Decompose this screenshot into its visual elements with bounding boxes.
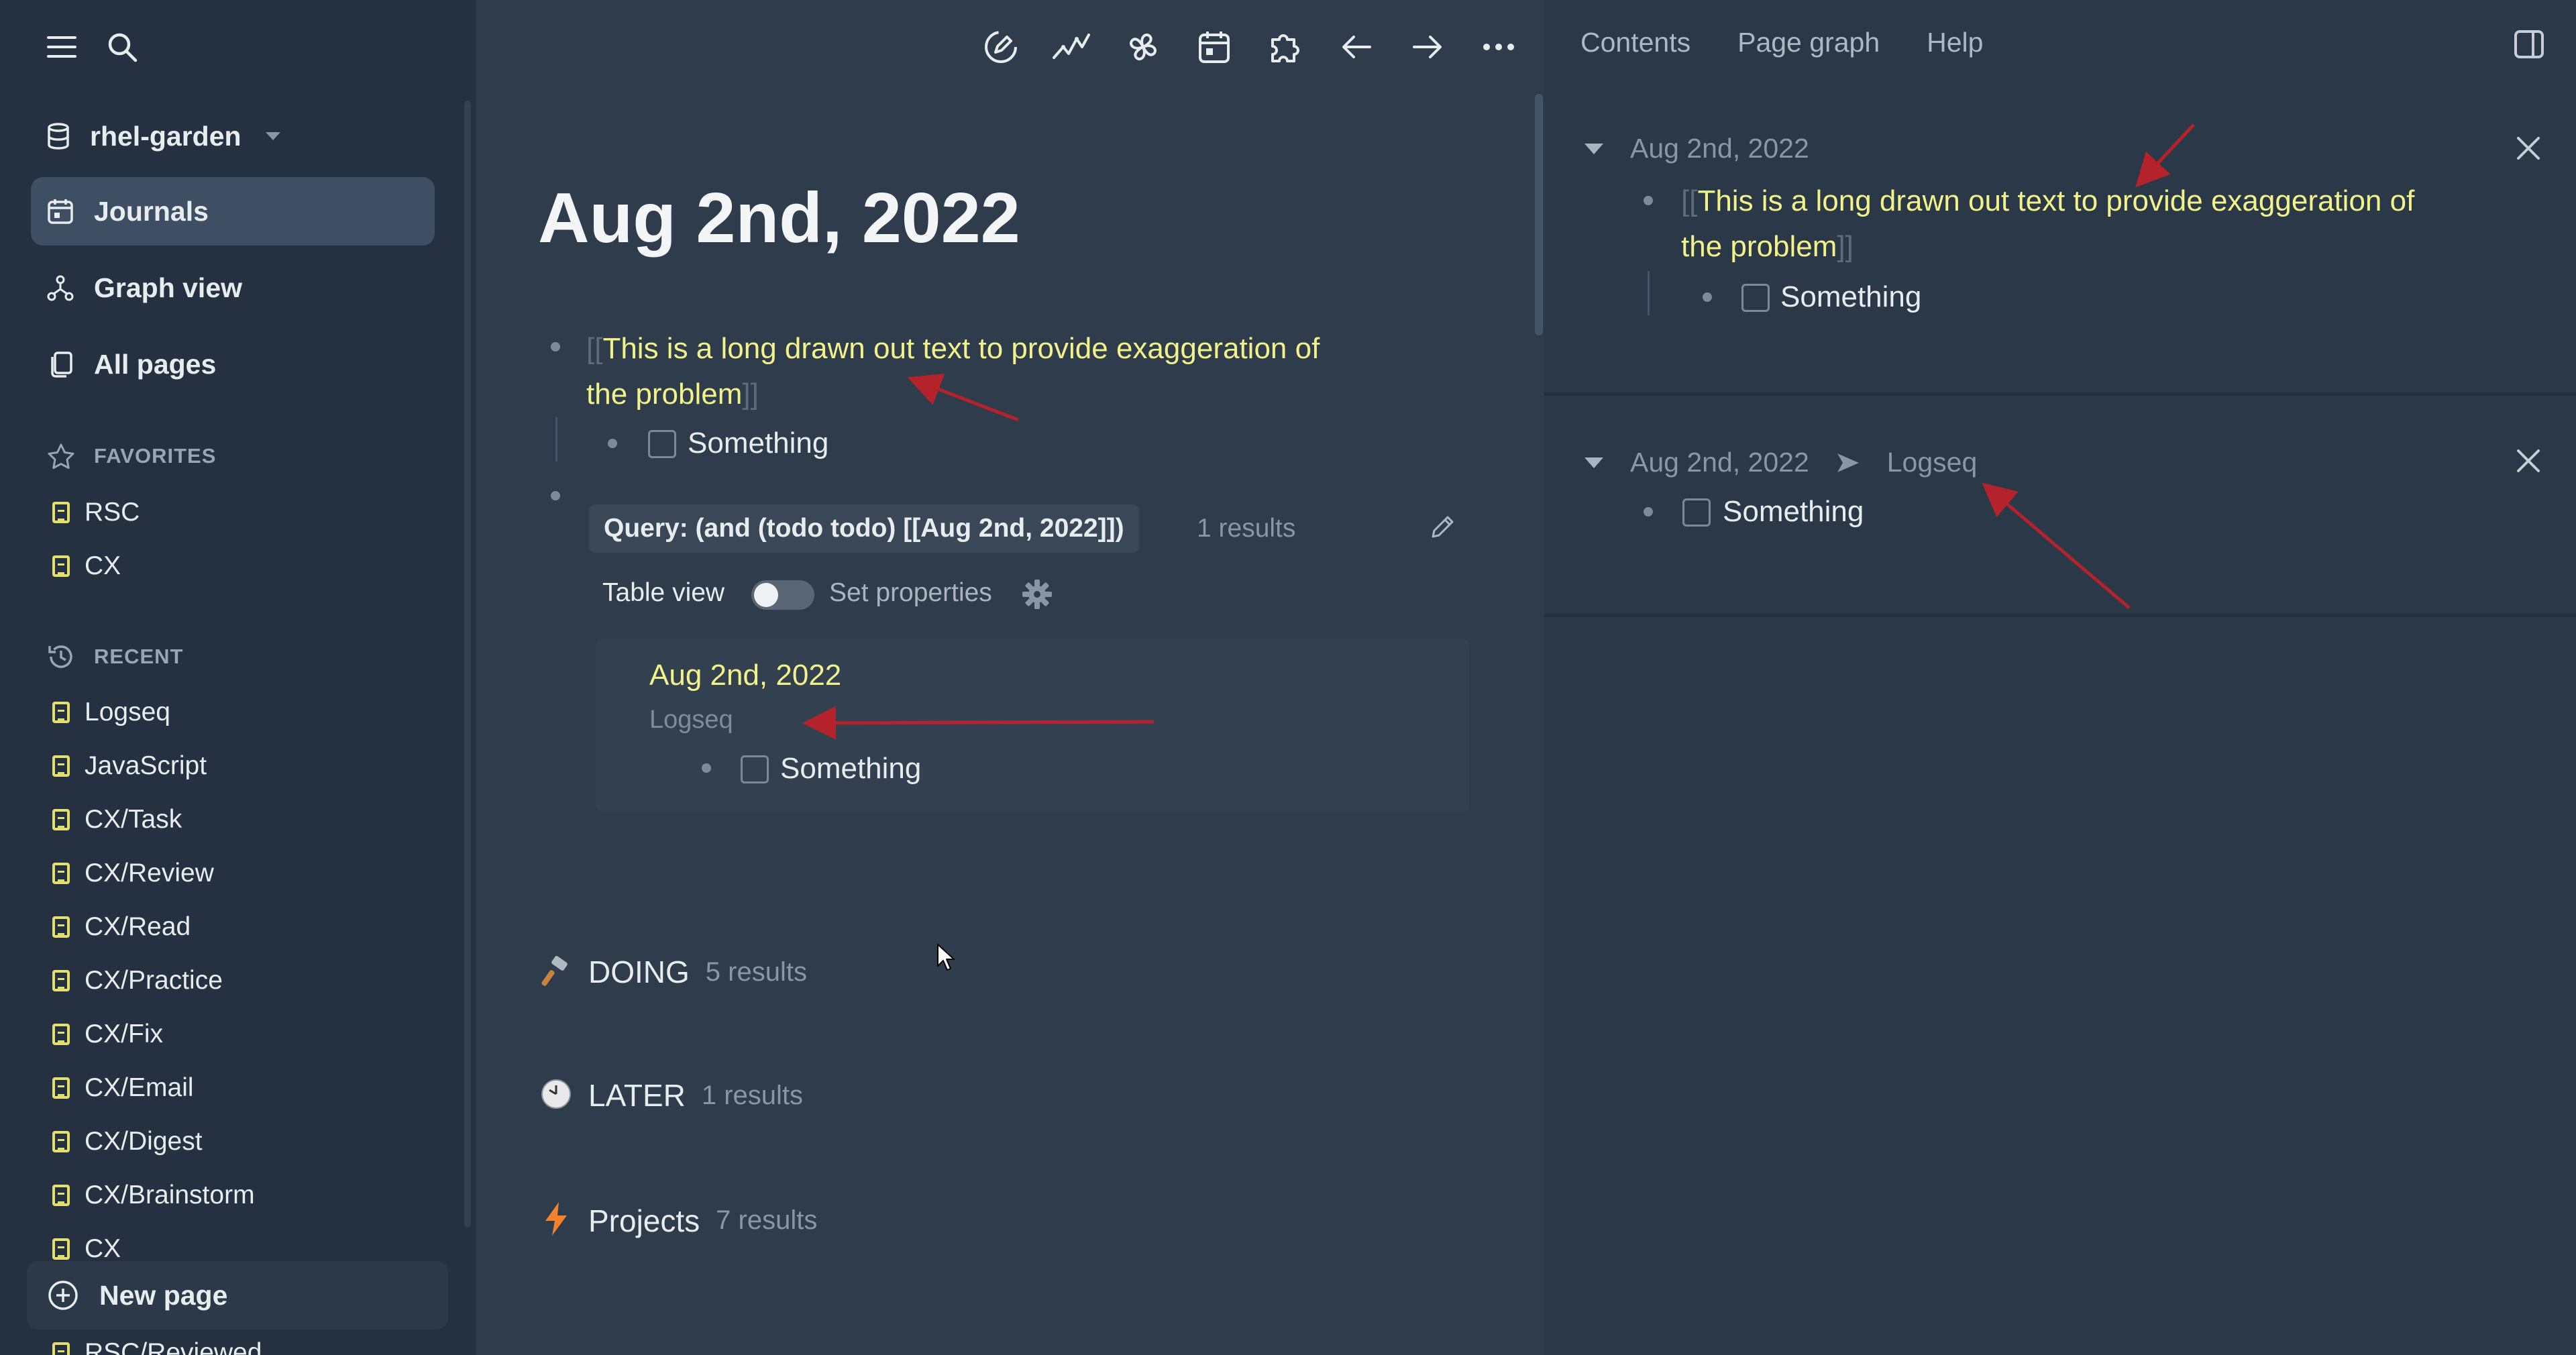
app-window: rhel-garden Journals Graph view All page… <box>0 0 2576 1355</box>
annotation-arrow <box>907 374 1019 422</box>
annotation-arrow <box>1982 482 2131 609</box>
annotation-arrow <box>802 706 1155 740</box>
annotation-arrow <box>2135 123 2195 188</box>
annotation-arrows <box>802 123 2195 740</box>
